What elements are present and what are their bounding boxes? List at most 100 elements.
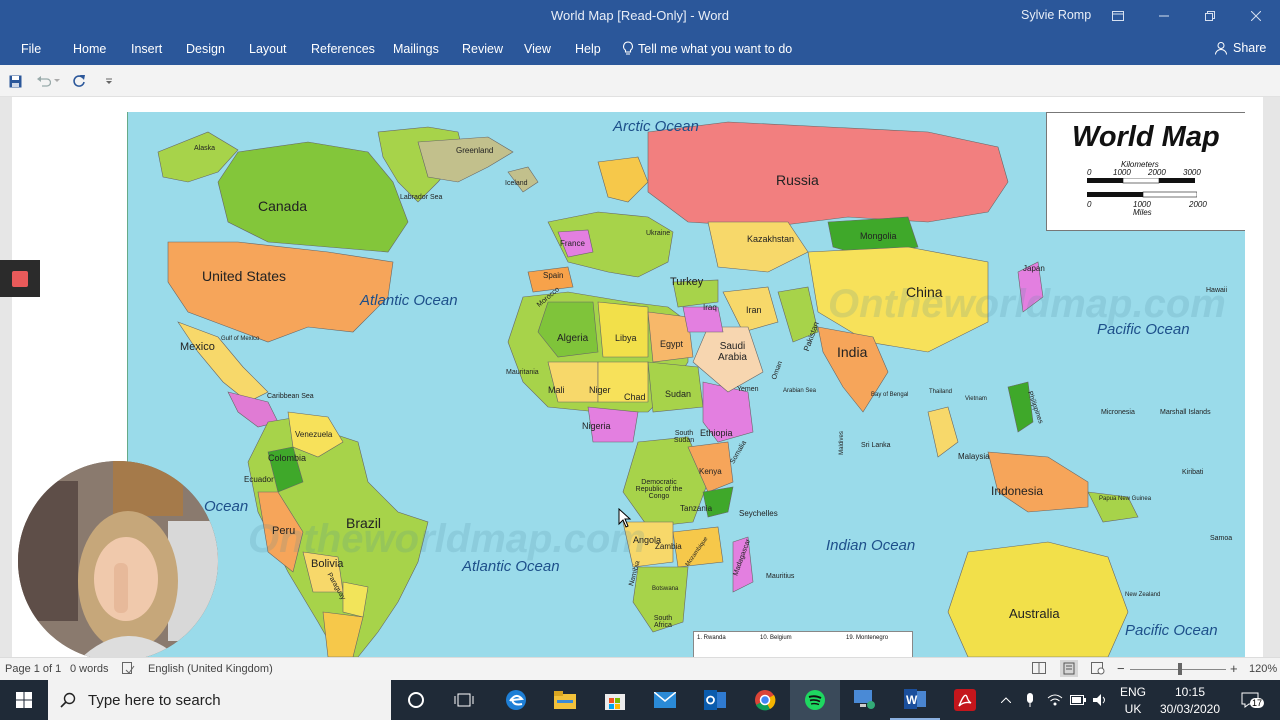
zoom-slider-thumb[interactable] xyxy=(1178,663,1182,675)
lang-code: ENG xyxy=(1119,684,1146,699)
language-indicator[interactable]: English (United Kingdom) xyxy=(148,663,273,675)
country-label: New Zealand xyxy=(1125,592,1161,598)
tab-design[interactable]: Design xyxy=(186,42,225,56)
word-count[interactable]: 0 words xyxy=(70,663,109,675)
stop-recording-button[interactable] xyxy=(0,260,40,297)
zoom-level[interactable]: 120% xyxy=(1249,663,1277,675)
proofing-icon[interactable] xyxy=(122,662,135,678)
chrome-icon[interactable] xyxy=(740,680,790,720)
read-mode-icon[interactable] xyxy=(1032,662,1046,677)
search-placeholder: Type here to search xyxy=(88,692,221,709)
country-label: Ethiopia xyxy=(700,428,733,438)
tab-layout[interactable]: Layout xyxy=(249,42,287,56)
restore-icon[interactable] xyxy=(1187,0,1233,32)
tab-view[interactable]: View xyxy=(524,42,551,56)
tab-mailings[interactable]: Mailings xyxy=(393,42,439,56)
country-label: Iraq xyxy=(703,303,717,312)
ocean-label: Atlantic Ocean xyxy=(360,292,458,309)
quick-access-toolbar xyxy=(0,65,1280,97)
table-cell: 19. Montenegro xyxy=(846,635,889,641)
status-bar: Page 1 of 1 0 words English (United King… xyxy=(0,657,1280,680)
country-label: Greenland xyxy=(456,146,494,155)
country-label: Sudan xyxy=(665,389,692,399)
remote-desktop-icon[interactable] xyxy=(840,680,890,720)
country-label: Alaska xyxy=(194,145,216,152)
country-label: Russia xyxy=(776,172,819,188)
zoom-out-icon[interactable]: − xyxy=(1117,661,1125,676)
webcam-person-image xyxy=(18,461,218,661)
clock[interactable]: 10:15 30/03/2020 xyxy=(1153,680,1227,720)
minimize-icon[interactable] xyxy=(1141,0,1187,32)
ocean-label: Pacific Ocean xyxy=(1125,622,1218,639)
ribbon-display-options-icon[interactable] xyxy=(1095,0,1141,32)
print-layout-icon[interactable] xyxy=(1060,660,1078,677)
tab-file[interactable]: File xyxy=(21,42,41,56)
outlook-icon[interactable] xyxy=(690,680,740,720)
notifications-button[interactable]: 17 xyxy=(1232,680,1268,720)
zoom-in-icon[interactable]: + xyxy=(1230,661,1238,676)
microphone-icon[interactable] xyxy=(1020,680,1040,720)
store-icon[interactable] xyxy=(590,680,640,720)
tab-help[interactable]: Help xyxy=(575,42,601,56)
map-watermark: Ontheworldmap.com xyxy=(248,517,646,561)
country-label: Tanzania xyxy=(680,504,713,513)
share-label: Share xyxy=(1233,41,1267,55)
country-label: Kiribati xyxy=(1182,469,1204,476)
battery-icon[interactable] xyxy=(1068,680,1088,720)
acrobat-icon[interactable] xyxy=(940,680,990,720)
map-legend: World Map Kilometers 0 1000 2000 3000 0 … xyxy=(1046,112,1245,231)
country-label: Botswana xyxy=(652,586,679,592)
country-label: Micronesia xyxy=(1101,409,1135,416)
person-icon xyxy=(1215,42,1227,55)
notification-count: 17 xyxy=(1250,698,1265,708)
country-label: Labrador Sea xyxy=(400,194,443,201)
country-label: Seychelles xyxy=(739,509,778,518)
page-count[interactable]: Page 1 of 1 xyxy=(5,663,61,675)
close-icon[interactable] xyxy=(1233,0,1279,32)
share-button[interactable]: Share xyxy=(1214,41,1266,55)
scale-tick: 0 xyxy=(1087,200,1092,209)
wifi-icon[interactable] xyxy=(1045,680,1065,720)
taskbar-search-input[interactable]: Type here to search xyxy=(48,680,391,720)
country-label: Gulf of Mexico xyxy=(221,336,260,342)
scale-tick: 2000 xyxy=(1189,200,1207,209)
input-language[interactable]: ENG UK xyxy=(1113,680,1153,720)
tell-me-search[interactable]: Tell me what you want to do xyxy=(622,41,792,56)
word-app-icon[interactable]: W xyxy=(890,680,940,720)
task-view-icon[interactable] xyxy=(439,680,489,720)
country-label: Mauritius xyxy=(766,573,795,580)
country-label: Kenya xyxy=(699,467,722,476)
redo-icon[interactable] xyxy=(71,73,87,89)
country-label: Sri Lanka xyxy=(861,442,891,449)
undo-dropdown-icon[interactable] xyxy=(52,73,62,89)
file-explorer-icon[interactable] xyxy=(540,680,590,720)
spotify-icon[interactable] xyxy=(790,680,840,720)
save-icon[interactable] xyxy=(7,73,23,89)
country-label: Mauritania xyxy=(506,369,539,376)
edge-browser-icon[interactable] xyxy=(491,680,541,720)
country-label: Ecuador xyxy=(244,475,274,484)
cortana-icon[interactable] xyxy=(391,680,441,720)
mail-icon[interactable] xyxy=(640,680,690,720)
tab-review[interactable]: Review xyxy=(462,42,503,56)
country-label: Bolivia xyxy=(311,558,344,570)
mouse-cursor-icon xyxy=(618,508,632,528)
country-label: Kazakhstan xyxy=(747,234,795,244)
tab-insert[interactable]: Insert xyxy=(131,42,162,56)
country-label: Malaysia xyxy=(958,452,990,461)
windows-start-icon[interactable] xyxy=(0,680,48,720)
country-label: United States xyxy=(202,268,287,284)
volume-icon[interactable] xyxy=(1091,680,1111,720)
user-name[interactable]: Sylvie Romp xyxy=(1021,8,1091,22)
tell-me-label: Tell me what you want to do xyxy=(638,41,793,56)
web-layout-icon[interactable] xyxy=(1091,662,1105,678)
tab-references[interactable]: References xyxy=(311,42,375,56)
title-bar: World Map [Read-Only] - Word Sylvie Romp xyxy=(0,0,1280,32)
undo-icon[interactable] xyxy=(35,73,51,89)
country-label: Democratic Republic of the Congo xyxy=(635,479,683,500)
ocean-label: Ocean xyxy=(204,498,249,515)
show-hidden-icons[interactable] xyxy=(996,680,1016,720)
customize-qat-icon[interactable] xyxy=(101,73,117,89)
country-label: Brazil xyxy=(346,515,382,531)
tab-home[interactable]: Home xyxy=(73,42,106,56)
